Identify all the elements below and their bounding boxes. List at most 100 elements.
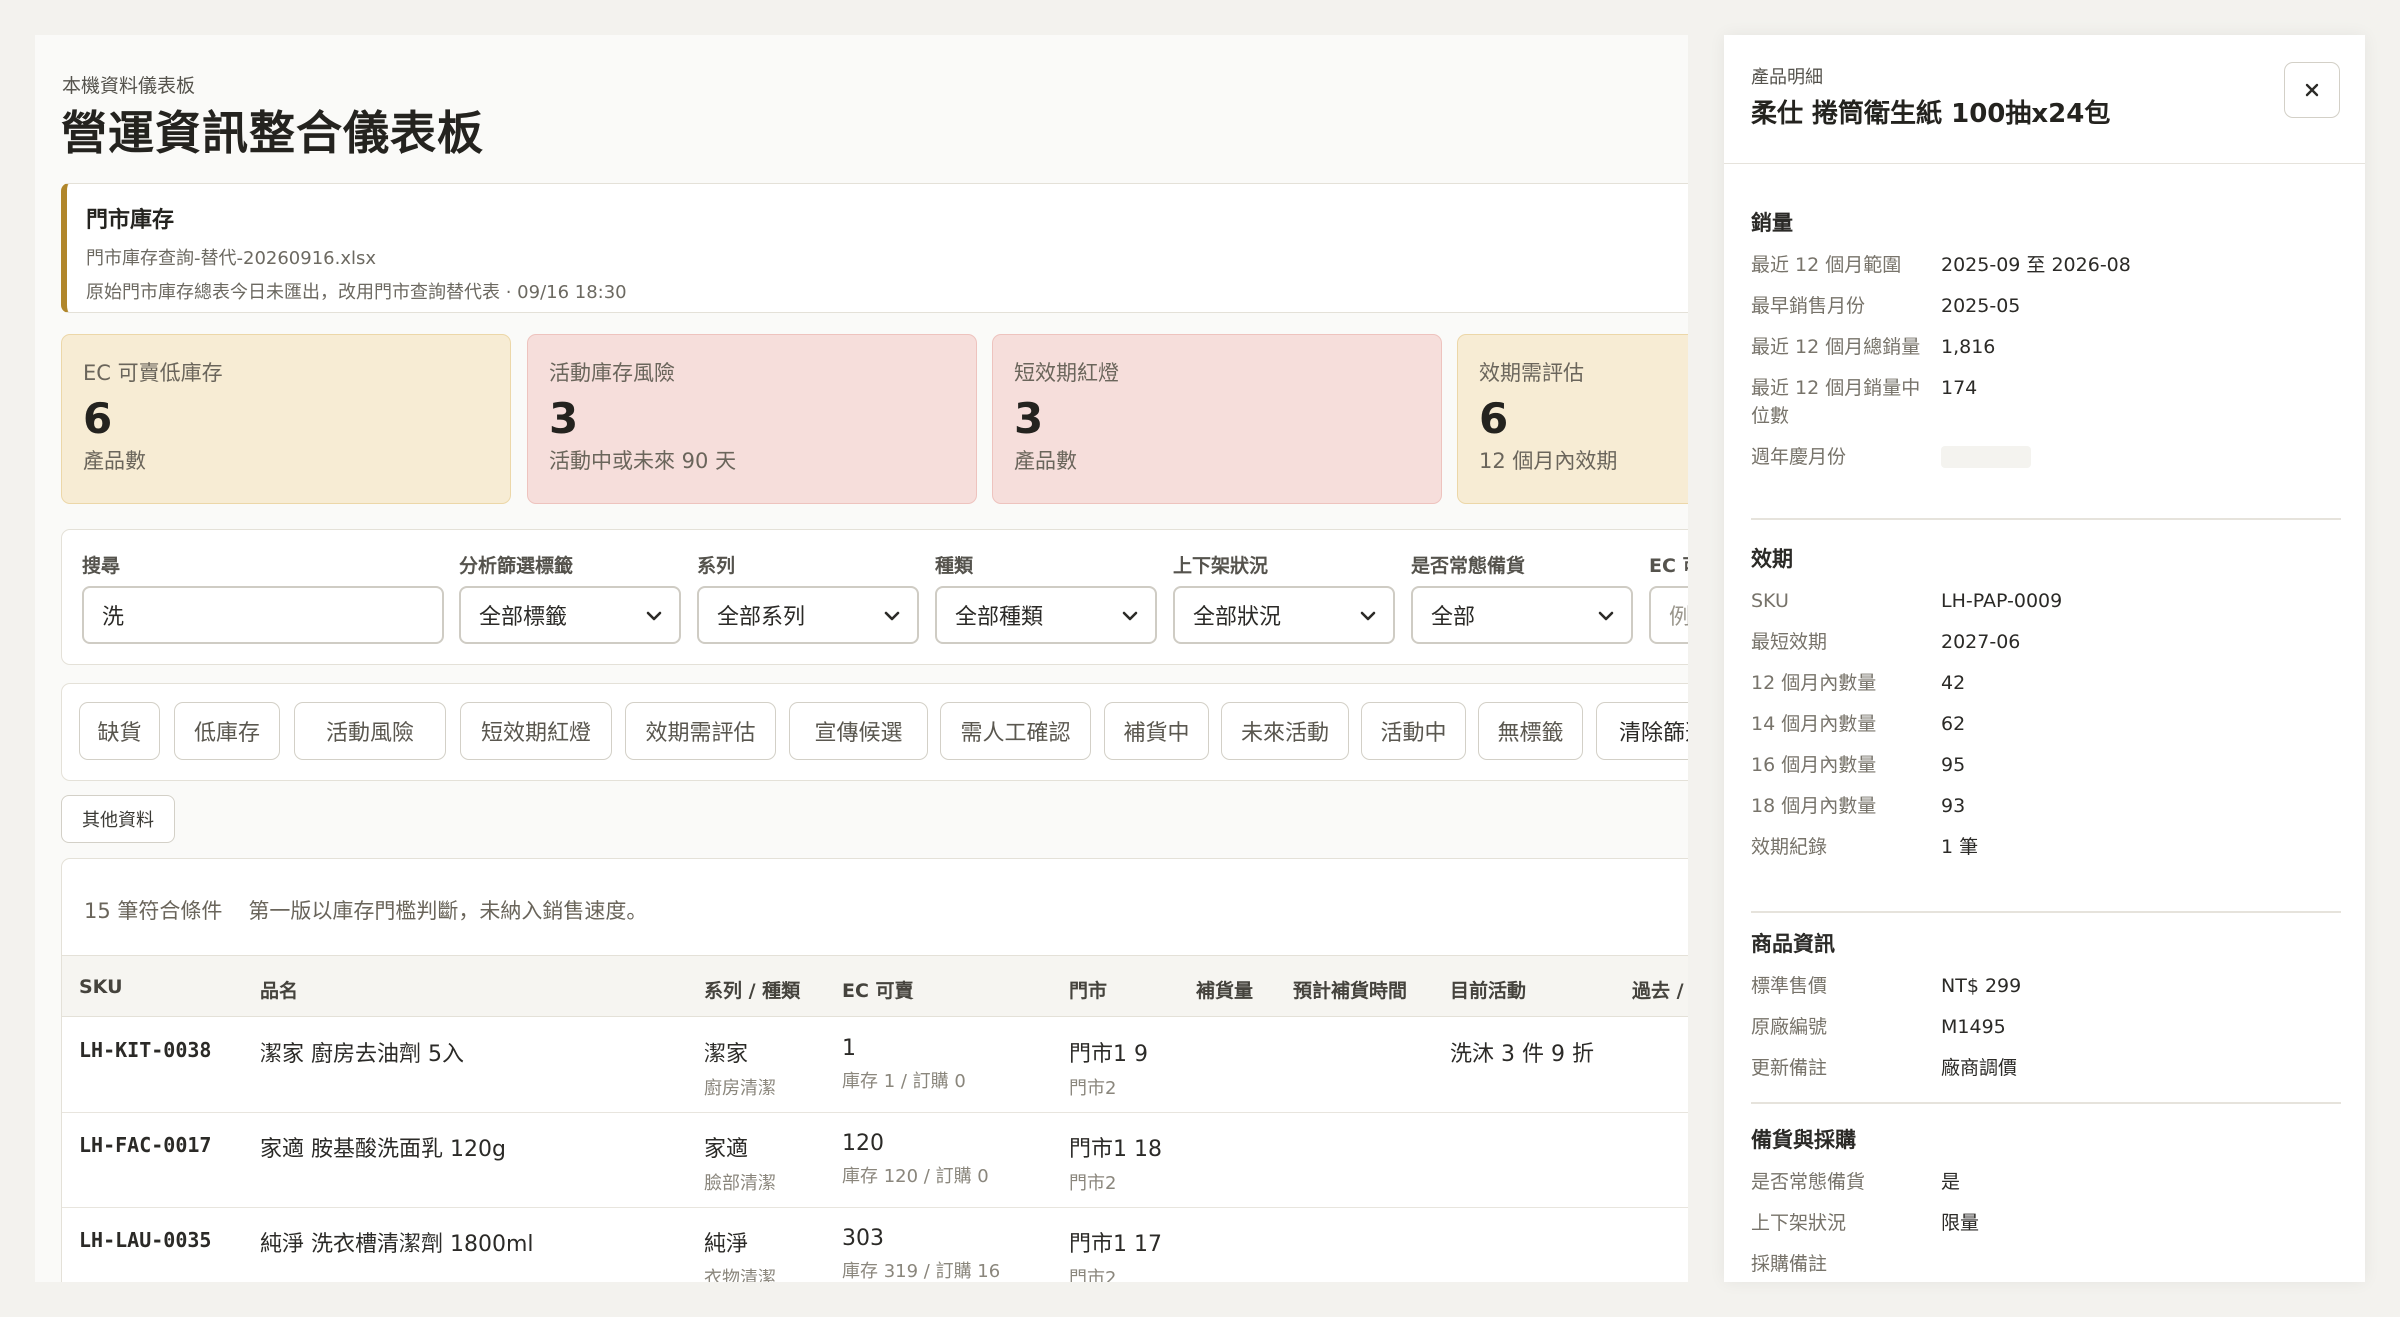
- product-table: 15 筆符合條件 第一版以庫存門檻判斷，未納入銷售速度。 SKU 品名 系列 / …: [61, 858, 1688, 1282]
- regular-stock-select[interactable]: 全部: [1411, 586, 1633, 644]
- chip-expiry-review[interactable]: 效期需評估: [625, 702, 776, 760]
- kpi-label: EC 可賣低庫存: [83, 361, 223, 385]
- section-title: 商品資訊: [1751, 932, 1835, 956]
- kpi-label: 活動庫存風險: [549, 361, 675, 385]
- filter-category: 種類 全部種類: [935, 551, 1157, 644]
- section-purchase: 備貨與採購 是否常態備貨 是 上下架狀況 限量 採購備註: [1751, 1124, 2341, 1282]
- filter-ec: EC 可 例: [1649, 551, 1688, 644]
- category-name: 廚房清潔: [704, 1078, 776, 1099]
- chip-promo-risk[interactable]: 活動風險: [294, 702, 446, 760]
- kpi-card-expiry-review[interactable]: 效期需評估 6 12 個月內效期: [1457, 334, 1688, 504]
- detail-row: 最近 12 個月銷量中位數 174: [1751, 374, 2341, 430]
- row-series: 家適 臉部清潔: [704, 1131, 776, 1195]
- ec-input-placeholder: 例: [1669, 605, 1688, 630]
- col-restock-eta[interactable]: 預計補貨時間: [1293, 976, 1407, 1003]
- col-restock-qty[interactable]: 補貨量: [1196, 976, 1253, 1003]
- category-name: 衣物清潔: [704, 1268, 776, 1282]
- detail-key: 16 個月內數量: [1751, 754, 1877, 776]
- kpi-sub: 活動中或未來 90 天: [549, 449, 737, 473]
- col-ec[interactable]: EC 可賣: [842, 976, 914, 1003]
- drawer-eyebrow: 產品明細: [1751, 67, 1823, 88]
- detail-row: 最近 12 個月總銷量 1,816: [1751, 333, 2341, 361]
- kpi-value: 6: [1479, 394, 1509, 443]
- series-select[interactable]: 全部系列: [697, 586, 919, 644]
- chip-short-expiry[interactable]: 短效期紅燈: [460, 702, 612, 760]
- chip-manual-check[interactable]: 需人工確認: [940, 702, 1091, 760]
- store2-stock: 門市2: [1069, 1078, 1117, 1099]
- filter-label: 搜尋: [82, 555, 121, 577]
- detail-key: 標準售價: [1751, 975, 1828, 997]
- row-sku: LH-KIT-0038: [79, 1038, 212, 1062]
- col-past[interactable]: 過去 /: [1632, 976, 1684, 1003]
- detail-key: SKU: [1751, 590, 1789, 612]
- chip-upcoming-promo[interactable]: 未來活動: [1221, 702, 1349, 760]
- col-name[interactable]: 品名: [260, 976, 298, 1003]
- row-name: 純淨 洗衣槽清潔劑 1800ml: [260, 1232, 534, 1257]
- table-row[interactable]: LH-KIT-0038 潔家 廚房去油劑 5入 潔家 廚房清潔 1 庫存 1 / 訂…: [62, 1018, 1688, 1113]
- notice-message: 原始門市庫存總表今日未匯出，改用門市查詢替代表 · 09/16 18:30: [86, 282, 627, 303]
- detail-row: 16 個月內數量 95: [1751, 751, 2341, 779]
- shelf-status-select[interactable]: 全部狀況: [1173, 586, 1395, 644]
- col-store[interactable]: 門市: [1069, 976, 1107, 1003]
- product-detail-drawer: 產品明細 柔仕 捲筒衛生紙 100抽x24包 銷量 最近 12 個月範圍 2025…: [1724, 35, 2365, 1282]
- filter-search: 搜尋 洗: [82, 551, 444, 644]
- category-select[interactable]: 全部種類: [935, 586, 1157, 644]
- other-data-button[interactable]: 其他資料: [61, 795, 175, 843]
- chip-promo-candidate[interactable]: 宣傳候選: [789, 702, 928, 760]
- detail-key: 上下架狀況: [1751, 1212, 1847, 1234]
- filter-panel: 搜尋 洗 分析篩選標籤 全部標籤 系列 全部系列 種類 全部種類 上下架狀況 全…: [61, 529, 1688, 665]
- table-row[interactable]: LH-FAC-0017 家適 胺基酸洗面乳 120g 家適 臉部清潔 120 庫存 …: [62, 1113, 1688, 1208]
- drawer-header: 產品明細 柔仕 捲筒衛生紙 100抽x24包: [1724, 35, 2365, 164]
- tag-select-value: 全部標籤: [479, 605, 568, 630]
- clear-filters-button[interactable]: 清除篩選: [1596, 702, 1688, 760]
- detail-value: M1495: [1941, 1016, 2006, 1038]
- detail-value: NT$ 299: [1941, 975, 2022, 997]
- detail-value: 1,816: [1941, 336, 1996, 358]
- kpi-card-ec-low-stock[interactable]: EC 可賣低庫存 6 產品數: [61, 334, 511, 504]
- series-name: 潔家: [704, 1042, 749, 1067]
- chip-low-stock[interactable]: 低庫存: [174, 702, 280, 760]
- series-select-value: 全部系列: [717, 605, 806, 630]
- detail-key: 12 個月內數量: [1751, 672, 1877, 694]
- detail-row: 週年慶月份: [1751, 443, 2341, 471]
- table-row[interactable]: LH-LAU-0035 純淨 洗衣槽清潔劑 1800ml 純淨 衣物清潔 303 庫…: [62, 1208, 1688, 1282]
- close-button[interactable]: [2284, 62, 2340, 118]
- kpi-card-short-expiry[interactable]: 短效期紅燈 3 產品數: [992, 334, 1442, 504]
- row-ec: 303 庫存 319 / 訂購 16: [842, 1226, 1000, 1282]
- detail-value: 93: [1941, 795, 1966, 817]
- detail-value: 2027-06: [1941, 631, 2021, 653]
- detail-key: 週年慶月份: [1751, 446, 1847, 468]
- ec-input[interactable]: 例: [1649, 586, 1688, 644]
- chip-out-of-stock[interactable]: 缺貨: [79, 702, 160, 760]
- category-select-value: 全部種類: [955, 605, 1044, 630]
- filter-series: 系列 全部系列: [697, 551, 919, 644]
- detail-key: 最短效期: [1751, 631, 1828, 653]
- detail-key: 是否常態備貨: [1751, 1171, 1866, 1193]
- kpi-card-promo-risk[interactable]: 活動庫存風險 3 活動中或未來 90 天: [527, 334, 977, 504]
- col-sku[interactable]: SKU: [79, 976, 123, 998]
- detail-row: 更新備註 廠商調價: [1751, 1054, 2341, 1082]
- search-input[interactable]: 洗: [82, 586, 444, 644]
- col-series[interactable]: 系列 / 種類: [704, 976, 800, 1003]
- kpi-value: 3: [549, 394, 579, 443]
- chip-active-promo[interactable]: 活動中: [1361, 702, 1466, 760]
- store1-stock: 門市1 9: [1069, 1042, 1148, 1067]
- col-current-promo[interactable]: 目前活動: [1450, 976, 1526, 1003]
- detail-key: 最早銷售月份: [1751, 295, 1866, 317]
- detail-row: 標準售價 NT$ 299: [1751, 972, 2341, 1000]
- detail-value: 限量: [1941, 1212, 1980, 1234]
- chip-no-tag[interactable]: 無標籤: [1478, 702, 1583, 760]
- table-summary: 15 筆符合條件 第一版以庫存門檻判斷，未納入銷售速度。: [84, 895, 647, 925]
- tag-select[interactable]: 全部標籤: [459, 586, 681, 644]
- filter-label: 是否常態備貨: [1411, 555, 1526, 577]
- result-count: 15 筆符合條件: [84, 899, 223, 923]
- search-input-value: 洗: [102, 605, 125, 630]
- filter-label: EC 可: [1649, 555, 1688, 577]
- detail-key: 最近 12 個月範圍: [1751, 254, 1902, 276]
- row-sku: LH-FAC-0017: [79, 1133, 212, 1157]
- series-name: 家適: [704, 1137, 749, 1162]
- detail-key: 18 個月內數量: [1751, 795, 1877, 817]
- chip-restocking[interactable]: 補貨中: [1104, 702, 1209, 760]
- filter-label: 分析篩選標籤: [459, 555, 574, 577]
- filter-regular: 是否常態備貨 全部: [1411, 551, 1633, 644]
